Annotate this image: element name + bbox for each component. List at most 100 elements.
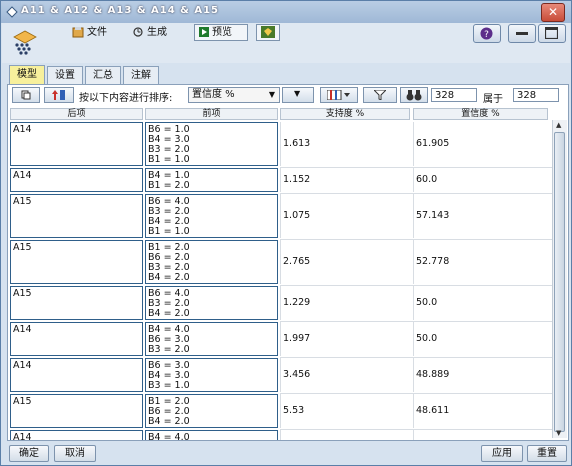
of-label: 属于 [483, 94, 503, 105]
confidence-cell: 57.143 [413, 194, 548, 238]
chevron-down-icon: ▼ [268, 90, 275, 99]
consequent-cell: A14 [10, 322, 143, 356]
help-icon: ? [480, 27, 493, 40]
confidence-cell [413, 430, 548, 440]
consequent-cell: A14 [10, 358, 143, 392]
support-cell: 1.152 [280, 168, 410, 192]
table-row[interactable]: A15 B1 = 2.0 B6 = 2.0 B3 = 2.0 B4 = 2.0 2.765… [8, 240, 553, 286]
antecedent-cell: B1 = 2.0 B6 = 2.0 B4 = 2.0 [145, 394, 278, 428]
copy-button[interactable] [12, 87, 40, 103]
table-row[interactable]: A14 B4 = 4.0 B6 = 3.0 B3 = 2.0 1.997 50.0 [8, 322, 553, 358]
generate-node-button[interactable] [256, 24, 280, 41]
shown-count-field[interactable]: 328 [431, 88, 477, 102]
generate-icon [133, 27, 143, 37]
antecedent-item: B4 = 2.0 [148, 308, 190, 319]
close-button[interactable]: ✕ [541, 3, 565, 22]
confidence-cell: 48.611 [413, 394, 548, 428]
support-cell: 1.997 [280, 322, 410, 356]
title-bar: A11 & A12 & A13 & A14 & A15 ✕ [1, 1, 571, 23]
support-cell: 2.765 [280, 240, 410, 284]
model-panel: 按以下内容进行排序: 置信度 % ▼ ▼ 328 属于 328 后项 前项 支持… [7, 84, 569, 441]
tab-summary[interactable]: 汇总 [85, 66, 121, 84]
generate-menu[interactable]: 生成 [132, 25, 167, 41]
antecedent-cell: B4 = 4.0B6 = 3.0 [145, 430, 278, 440]
table-row[interactable]: A15 B1 = 2.0 B6 = 2.0 B4 = 2.0 5.53 48.611 [8, 394, 553, 430]
table-row[interactable]: A14 B6 = 1.0 B4 = 3.0 B3 = 2.0 B1 = 1.0 1.613… [8, 122, 553, 168]
support-cell: 1.613 [280, 122, 410, 166]
antecedent-item: B4 = 4.0 [148, 432, 190, 441]
antecedent-cell: B4 = 4.0 B6 = 3.0 B3 = 2.0 [145, 322, 278, 356]
maximize-icon [545, 27, 558, 39]
scroll-down-icon[interactable]: ▼ [556, 429, 561, 437]
sort-direction-button[interactable] [44, 87, 74, 103]
antecedent-cell: B6 = 1.0 B4 = 3.0 B3 = 2.0 B1 = 1.0 [145, 122, 278, 166]
tab-model[interactable]: 模型 [9, 65, 45, 84]
support-cell: 5.53 [280, 394, 410, 428]
consequent-cell: A15 [10, 394, 143, 428]
app-logo-icon [13, 30, 37, 55]
antecedent-cell: B6 = 3.0 B4 = 3.0 B3 = 1.0 [145, 358, 278, 392]
file-menu-label: 文件 [87, 27, 107, 38]
consequent-cell: A15 [10, 286, 143, 320]
sort-order-dropdown[interactable]: ▼ [282, 87, 314, 103]
sort-field-value: 置信度 % [192, 89, 235, 100]
support-cell: 1.075 [280, 194, 410, 238]
table-row[interactable]: A14B4 = 4.0B6 = 3.0 [8, 430, 553, 440]
header-consequent[interactable]: 后项 [10, 108, 143, 120]
binoculars-icon [406, 90, 422, 101]
rule-browser-window: A11 & A12 & A13 & A14 & A15 ✕ 文件 生成 预览 ?… [0, 0, 572, 466]
table-row[interactable]: A14 B6 = 3.0 B4 = 3.0 B3 = 1.0 3.456 48.889 [8, 358, 553, 394]
scroll-thumb[interactable] [554, 132, 565, 432]
window-title: A11 & A12 & A13 & A14 & A15 [21, 5, 220, 16]
toolbar: 文件 生成 预览 ? [2, 23, 570, 63]
sort-bar: 按以下内容进行排序: 置信度 % ▼ ▼ 328 属于 328 [8, 86, 568, 105]
table-row[interactable]: A15 B6 = 4.0 B3 = 2.0 B4 = 2.0 1.229 50.0 [8, 286, 553, 322]
file-menu[interactable]: 文件 [72, 25, 107, 41]
scroll-up-icon[interactable]: ▲ [556, 121, 561, 129]
sort-arrows-icon [52, 90, 65, 100]
rules-table: 后项 前项 支持度 % 置信度 % A14 B6 = 1.0 B4 = 3.0 B3 … [8, 108, 553, 440]
help-button[interactable]: ? [473, 24, 501, 43]
antecedent-item: B1 = 2.0 [148, 180, 190, 191]
confidence-cell: 60.0 [413, 168, 548, 192]
confidence-cell: 50.0 [413, 322, 548, 356]
header-confidence[interactable]: 置信度 % [413, 108, 548, 120]
tab-annotations[interactable]: 注解 [123, 66, 159, 84]
minimize-button[interactable] [508, 24, 536, 43]
columns-button[interactable] [320, 87, 358, 103]
table-row[interactable]: A14 B4 = 1.0 B1 = 2.0 1.152 60.0 [8, 168, 553, 194]
svg-text:?: ? [484, 30, 489, 40]
apply-button[interactable]: 应用 [481, 445, 523, 462]
consequent-cell: A15 [10, 194, 143, 238]
antecedent-item: B1 = 1.0 [148, 154, 190, 165]
header-support[interactable]: 支持度 % [280, 108, 410, 120]
confidence-cell: 52.778 [413, 240, 548, 284]
total-count-field: 328 [513, 88, 559, 102]
confidence-cell: 61.905 [413, 122, 548, 166]
antecedent-item: B1 = 1.0 [148, 226, 190, 237]
filter-button[interactable] [363, 87, 397, 103]
confidence-cell: 50.0 [413, 286, 548, 320]
antecedent-cell: B1 = 2.0 B6 = 2.0 B3 = 2.0 B4 = 2.0 [145, 240, 278, 284]
consequent-cell: A14 [10, 430, 143, 440]
table-row[interactable]: A15 B6 = 4.0 B3 = 2.0 B4 = 2.0 B1 = 1.0 1.075… [8, 194, 553, 240]
tab-settings[interactable]: 设置 [47, 66, 83, 84]
find-button[interactable] [400, 87, 428, 103]
antecedent-cell: B6 = 4.0 B3 = 2.0 B4 = 2.0 [145, 286, 278, 320]
antecedent-cell: B6 = 4.0 B3 = 2.0 B4 = 2.0 B1 = 1.0 [145, 194, 278, 238]
footer-bar: 确定 取消 应用 重置 [2, 442, 570, 464]
header-antecedent[interactable]: 前项 [145, 108, 278, 120]
node-diamond-icon [6, 6, 18, 18]
generate-menu-label: 生成 [147, 27, 167, 38]
preview-button[interactable]: 预览 [194, 24, 248, 41]
preview-label: 预览 [212, 27, 232, 38]
sort-field-select[interactable]: 置信度 % ▼ [188, 87, 280, 103]
cancel-button[interactable]: 取消 [54, 445, 96, 462]
reset-button[interactable]: 重置 [527, 445, 567, 462]
gem-icon [261, 26, 275, 38]
maximize-button[interactable] [538, 24, 566, 43]
confidence-cell: 48.889 [413, 358, 548, 392]
vertical-scrollbar[interactable]: ▲ ▼ [552, 120, 567, 438]
ok-button[interactable]: 确定 [9, 445, 49, 462]
consequent-cell: A14 [10, 168, 143, 192]
